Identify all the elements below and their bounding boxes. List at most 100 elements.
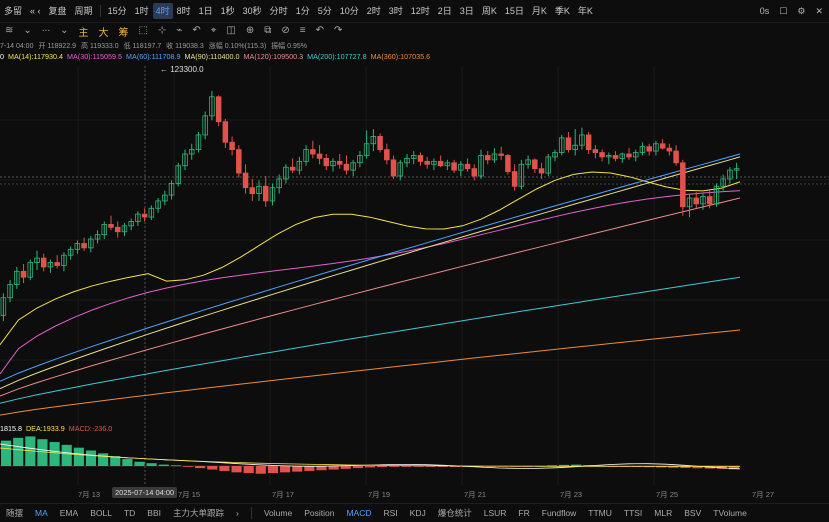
x-tick-0: 7月 13 [78,490,101,499]
sub-indicator-11[interactable]: MLR [648,508,678,518]
candle-body [464,163,471,170]
main-indicator-5[interactable]: BBI [141,508,167,518]
candle-body [451,162,457,171]
candle-body [693,197,700,205]
macd-bar [340,466,351,469]
x-tick-5: 7月 23 [560,490,583,499]
candle-body [680,162,686,208]
sub-indicator-6[interactable]: LSUR [478,508,513,518]
macd-bar [170,465,181,467]
x-tick-6: 7月 25 [656,490,679,499]
macd-bar [13,437,24,466]
main-indicator-4[interactable]: TD [118,508,141,518]
candle-body [437,160,444,167]
candle-body [565,137,572,151]
candle-body [20,270,27,278]
candle-body [108,223,114,228]
candle-body [484,155,491,161]
macd-bar [231,466,242,473]
x-tick-4: 7月 21 [464,490,487,499]
macd-bar [571,464,582,466]
candle-body [592,149,599,153]
candle-body [229,141,235,150]
candle-body [262,185,269,202]
sub-indicator-7[interactable]: FR [512,508,535,518]
macd-bar [61,444,72,466]
candle-body [538,168,545,174]
macd-bar [328,466,339,470]
macd-bar [352,466,363,469]
candle-body [54,262,60,266]
candle-body [612,155,619,159]
candle-body [141,213,148,218]
candle-body [585,134,592,151]
main-indicator-6[interactable]: 主力大单跟踪 [167,507,230,519]
sub-indicator-5[interactable]: 爆仓统计 [432,507,478,519]
macd-bar [122,458,133,466]
candle-body [81,243,87,249]
macd-label-0: 1815.8 [0,424,22,433]
candle-body [424,160,430,165]
candle-body [343,163,350,171]
candle-body [323,157,330,167]
candle-body [505,155,511,172]
candle-body [498,153,504,156]
divider [250,507,252,519]
x-tick-1: 7月 15 [178,490,201,499]
macd-bar [134,461,145,466]
macd-bar [37,439,48,466]
main-indicator-0[interactable]: 随摆 [0,507,29,519]
candle-body [390,159,397,177]
macd-bar [158,464,169,466]
candle-body [215,96,222,123]
candle-body [471,168,478,177]
sub-indicator-13[interactable]: TVolume [707,508,753,518]
candle-body [40,257,47,268]
sub-indicator-10[interactable]: TTSI [618,508,648,518]
cursor-date-label: 2025-07-14 04:00 [112,487,178,498]
macd-bar [389,466,400,467]
sub-indicator-8[interactable]: Fundflow [536,508,583,518]
indicator-bar: 随摆 MA EMA BOLL TD BBI 主力大单跟踪 › Volume Position MAC… [0,503,829,522]
sub-indicator-1[interactable]: Position [298,508,340,518]
price-chart[interactable]: ← 123300.0 [0,0,829,521]
candle-body [511,171,518,187]
candle-body [242,172,249,189]
candle-body [222,121,229,143]
macd-bar [559,464,570,466]
macd-label-1: DEA:1933.9 [25,424,65,433]
macd-bar [146,463,157,466]
main-indicator-3[interactable]: BOLL [84,508,118,518]
candle-body [659,143,666,149]
candle-body [706,196,713,205]
candle-body [310,149,316,155]
macd-label-2: MACD:-236.0 [68,424,113,433]
candle-body [666,147,673,152]
macd-bar [207,466,218,470]
main-indicator-1[interactable]: MA [29,508,54,518]
ma-line-MA(90) [0,156,741,390]
macd-bar [280,466,291,473]
macd-bar [73,447,84,466]
candle-body [336,160,343,165]
candle-body [673,150,679,164]
macd-bar [255,466,266,474]
time-axis: 7月 13 7月 15 7月 17 7月 19 7月 21 7月 23 7月 25 7月 27… [0,487,829,501]
sub-indicator-3[interactable]: RSI [377,508,403,518]
candle-body [114,226,121,233]
sub-indicator-2[interactable]: MACD [340,508,377,518]
candle-body [626,153,632,158]
macd-bar [292,466,303,472]
candle-body [377,135,383,150]
macd-bar [85,450,97,466]
sub-indicator-4[interactable]: KDJ [404,508,432,518]
macd-bar [243,466,254,474]
sub-indicator-9[interactable]: TTMU [582,508,618,518]
macd-bar [304,466,315,471]
sub-indicator-12[interactable]: BSV [678,508,707,518]
sub-indicator-0[interactable]: Volume [258,508,298,518]
main-indicator-2[interactable]: EMA [54,508,84,518]
main-indicator-7[interactable]: › [230,508,245,518]
peak-price-label: ← 123300.0 [160,65,204,74]
macd-bar [364,466,376,468]
